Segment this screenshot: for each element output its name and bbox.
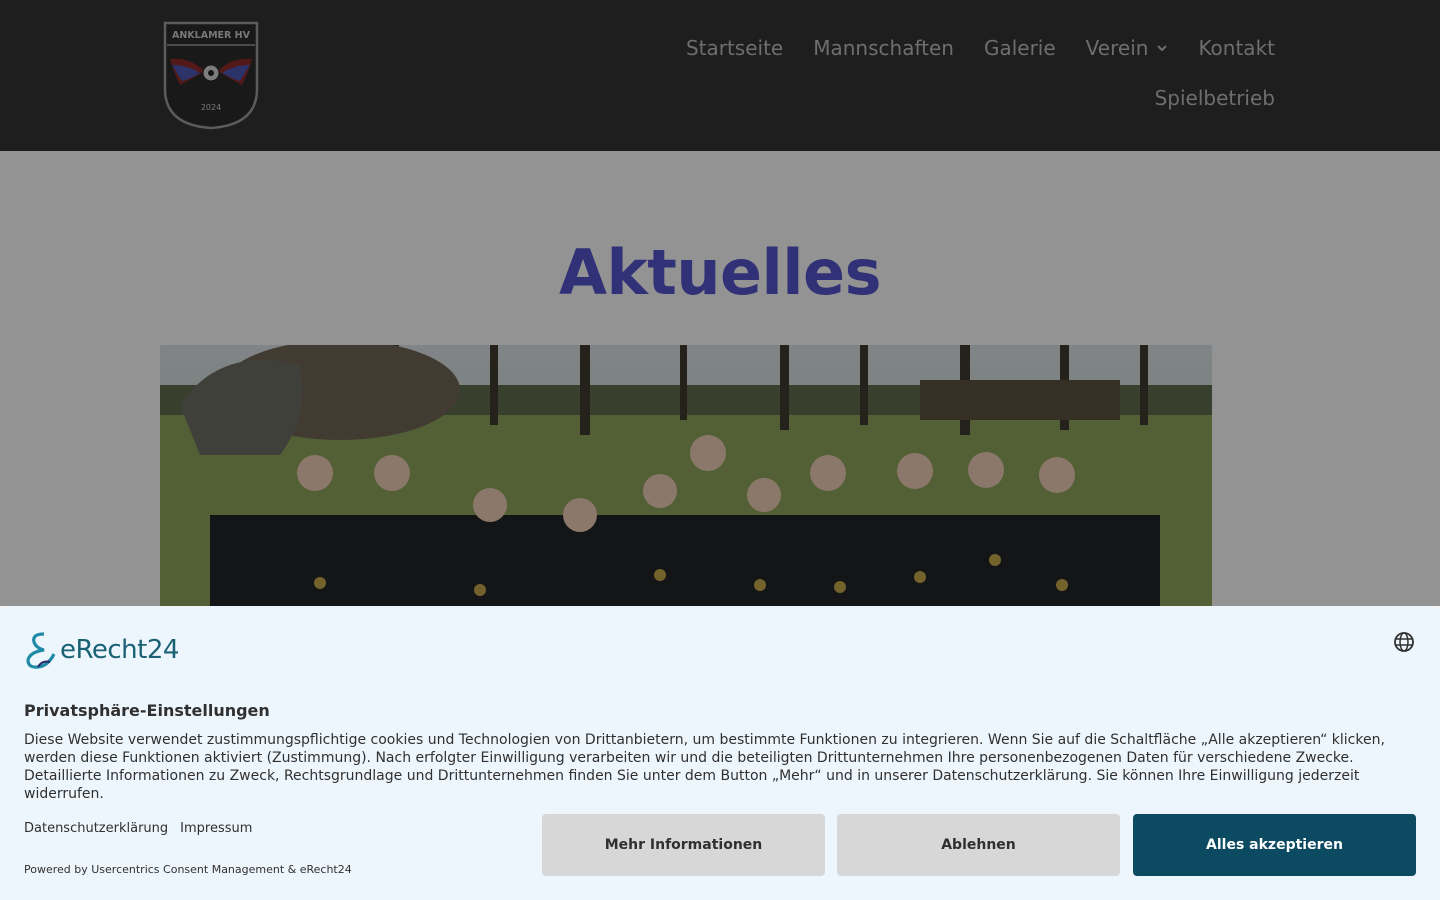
consent-links: Datenschutzerklärung Impressum <box>24 821 252 836</box>
club-logo[interactable]: ANKLAMER HV 2024 <box>162 21 260 130</box>
nav-verein-label: Verein <box>1085 36 1149 60</box>
page-title: Aktuelles <box>559 236 882 309</box>
nav-spielbetrieb[interactable]: Spielbetrieb <box>1155 86 1275 110</box>
more-info-button[interactable]: Mehr Informationen <box>542 814 825 876</box>
consent-description: Diese Website verwendet zustimmungspflic… <box>24 732 1385 802</box>
chevron-down-icon <box>1157 45 1168 52</box>
erecht24-brand: eRecht24 <box>60 635 179 665</box>
nav-verein[interactable]: Verein <box>1086 36 1169 60</box>
powered-by: Powered by Usercentrics Consent Manageme… <box>24 863 352 876</box>
erecht24-mark-icon <box>26 632 56 669</box>
nav-kontakt-label: Kontakt <box>1198 36 1275 60</box>
privacy-policy-link[interactable]: Datenschutzerklärung <box>24 821 168 836</box>
decline-button[interactable]: Ablehnen <box>837 814 1120 876</box>
news-hero-image[interactable] <box>160 345 1212 607</box>
nav-startseite-label: Startseite <box>685 36 784 60</box>
logo-club-name: ANKLAMER HV <box>172 30 251 41</box>
globe-icon[interactable] <box>1393 631 1415 653</box>
imprint-link[interactable]: Impressum <box>180 821 252 836</box>
main-nav: Startseite Mannschaften Galerie Verein K… <box>686 36 1275 60</box>
main-nav-row-2: Spielbetrieb <box>1155 86 1275 110</box>
nav-mannschaften[interactable]: Mannschaften <box>813 36 954 60</box>
team-photo <box>160 345 1212 607</box>
nav-galerie-label: Galerie <box>983 36 1056 60</box>
erecht24-logo: eRecht24 <box>24 630 179 670</box>
nav-startseite[interactable]: Startseite <box>686 36 783 60</box>
logo-year: 2024 <box>201 103 221 112</box>
accept-all-button[interactable]: Alles akzeptieren <box>1133 814 1416 876</box>
nav-spielbetrieb-label: Spielbetrieb <box>1154 86 1275 110</box>
nav-mannschaften-label: Mannschaften <box>813 36 954 60</box>
nav-galerie[interactable]: Galerie <box>984 36 1056 60</box>
nav-kontakt[interactable]: Kontakt <box>1198 36 1275 60</box>
consent-title: Privatsphäre-Einstellungen <box>24 701 270 720</box>
site-header: ANKLAMER HV 2024 Startseite Mannschaften… <box>0 0 1440 151</box>
